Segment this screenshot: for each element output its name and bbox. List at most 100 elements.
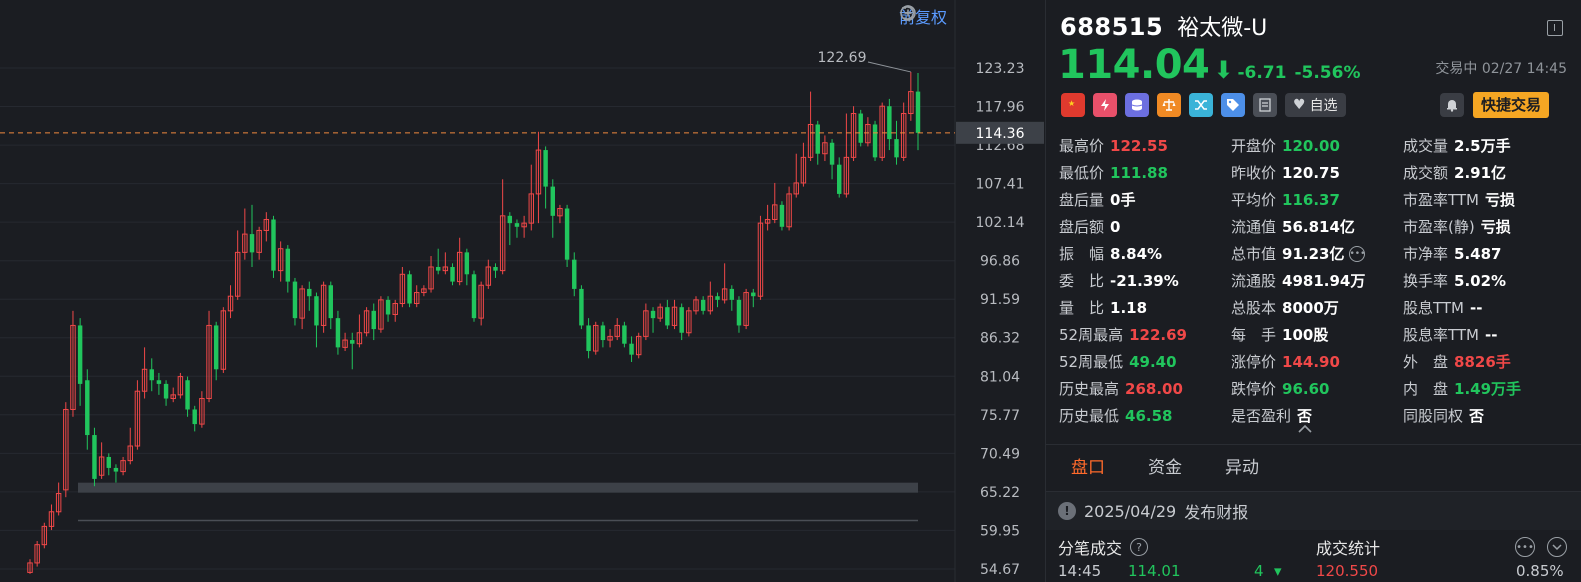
trade-stats-title[interactable]: 成交统计 bbox=[1316, 535, 1380, 559]
stat-value: 122.55 bbox=[1110, 136, 1168, 155]
stat-label: 平均价 bbox=[1231, 191, 1277, 209]
tab-2[interactable]: 异动 bbox=[1225, 445, 1259, 491]
note-icon[interactable] bbox=[1253, 93, 1277, 117]
badge-row: ★ ♥ 自选 bbox=[1061, 93, 1346, 117]
candle-body bbox=[493, 266, 498, 271]
y-tick-label: 102.14 bbox=[976, 215, 1025, 231]
stat-cell: 成交额 2.91亿 bbox=[1403, 162, 1569, 183]
stat-row: 盘后额 0 流通值 56.814亿 市盈率(静) 亏损 bbox=[1059, 213, 1569, 240]
stat-label: 历史最高 bbox=[1059, 380, 1120, 398]
stat-label: 股息率TTM bbox=[1403, 326, 1480, 344]
tab-1[interactable]: 资金 bbox=[1148, 445, 1182, 491]
stat-label: 委 比 bbox=[1059, 272, 1105, 290]
stat-label: 盘后额 bbox=[1059, 218, 1105, 236]
stat-cell: 成交量 2.5万手 bbox=[1403, 135, 1569, 156]
stat-label: 总股本 bbox=[1231, 299, 1277, 317]
stat-value: 1.18 bbox=[1110, 298, 1148, 317]
stat-cell: 昨收价 120.75 bbox=[1231, 162, 1403, 183]
lightning-icon[interactable] bbox=[1093, 93, 1117, 117]
stat-cell: 同股同权否 bbox=[1403, 405, 1569, 426]
stat-value: 268.00 bbox=[1125, 379, 1183, 398]
stat-label: 每 手 bbox=[1231, 326, 1277, 344]
stat-value: 否 bbox=[1469, 407, 1485, 425]
candle-body bbox=[385, 299, 391, 315]
trade-direction-icon: ▾ bbox=[1274, 564, 1282, 580]
stat-value: 0 bbox=[1110, 217, 1121, 236]
balance-scale-icon[interactable] bbox=[1157, 93, 1181, 117]
china-flag-icon[interactable]: ★ bbox=[1061, 93, 1085, 117]
candle-body bbox=[328, 285, 333, 319]
undo-icon[interactable] bbox=[901, 6, 983, 26]
stat-row: 最高价 122.55 开盘价 120.00 成交量 2.5万手 bbox=[1059, 132, 1569, 159]
tick-trades-title[interactable]: 分笔成交 ? bbox=[1058, 535, 1149, 559]
stat-cell: 股息TTM -- bbox=[1403, 297, 1569, 318]
stat-cell: 历史最低 46.58 bbox=[1059, 405, 1231, 426]
stat-value: 5.487 bbox=[1454, 244, 1502, 263]
stat-cell: 平均价 116.37 bbox=[1231, 189, 1403, 210]
stat-label: 市盈率TTM bbox=[1403, 191, 1480, 209]
candle-body bbox=[471, 274, 477, 319]
stat-value: 8826手 bbox=[1454, 353, 1511, 371]
kline-chart-area[interactable]: 123.23 117.96 112.68 107.41 102.14 96.86 91.59… bbox=[0, 0, 1045, 582]
quote-stats-grid: 最高价 122.55 开盘价 120.00 成交量 2.5万手 最低价 111.88 昨收价 12… bbox=[1059, 132, 1569, 429]
collapse-section-icon[interactable] bbox=[1547, 537, 1567, 557]
stat-label: 振 幅 bbox=[1059, 245, 1105, 263]
stat-value: 1.49万手 bbox=[1454, 380, 1522, 398]
tab-0[interactable]: 盘口 bbox=[1071, 445, 1105, 491]
stat-cell: 历史最高 268.00 bbox=[1059, 378, 1231, 399]
trade-header: 分笔成交 ? 成交统计 ••• bbox=[1046, 530, 1581, 564]
down-arrow-icon: ⬇ bbox=[1213, 56, 1234, 84]
tag-icon[interactable] bbox=[1221, 93, 1245, 117]
earnings-notice[interactable]: ! 2025/04/29 发布财报 bbox=[1046, 492, 1581, 530]
candle-body bbox=[285, 248, 291, 282]
more-options-icon[interactable]: ••• bbox=[1515, 537, 1535, 557]
stat-value: 120.00 bbox=[1282, 136, 1340, 155]
zoom-in-icon[interactable] bbox=[900, 5, 1035, 26]
zoom-out-icon[interactable] bbox=[900, 5, 1009, 26]
bell-icon[interactable] bbox=[1440, 93, 1464, 117]
stat-label: 同股同权 bbox=[1403, 407, 1464, 425]
stock-name: 裕太微-U bbox=[1177, 16, 1268, 41]
shuffle-icon[interactable] bbox=[1189, 93, 1213, 117]
more-info-icon[interactable]: ••• bbox=[1349, 245, 1366, 262]
help-icon[interactable]: ? bbox=[1130, 538, 1149, 556]
stat-label: 股息TTM bbox=[1403, 299, 1465, 317]
stat-label: 历史最低 bbox=[1059, 407, 1120, 425]
stat-value: 0手 bbox=[1110, 191, 1136, 209]
stat-cell: 市净率 5.487 bbox=[1403, 243, 1569, 264]
y-tick-label: 107.41 bbox=[976, 177, 1025, 193]
stat-value: 111.88 bbox=[1110, 163, 1168, 182]
stat-label: 成交量 bbox=[1403, 137, 1449, 155]
panel-collapse-icon[interactable] bbox=[1547, 20, 1563, 36]
stat-cell: 振 幅 8.84% bbox=[1059, 243, 1231, 264]
candle-body bbox=[858, 113, 863, 143]
candle-body bbox=[350, 340, 355, 344]
candle-body bbox=[85, 380, 90, 436]
y-tick-label: 91.59 bbox=[980, 292, 1020, 308]
y-tick-label: 65.22 bbox=[980, 485, 1020, 501]
stat-value: 亏损 bbox=[1480, 218, 1511, 236]
stat-label: 开盘价 bbox=[1231, 137, 1277, 155]
stat-cell: 总市值 91.23亿 ••• bbox=[1231, 243, 1403, 264]
quick-trade-button[interactable]: 快捷交易 bbox=[1473, 92, 1550, 118]
notice-date: 2025/04/29 bbox=[1084, 501, 1177, 521]
database-icon[interactable] bbox=[1125, 93, 1149, 117]
tick-trades-label: 分笔成交 bbox=[1058, 539, 1123, 558]
stat-cell: 流通股 4981.94万 bbox=[1231, 270, 1403, 291]
trade-time: 14:45 bbox=[1058, 564, 1102, 580]
candle-body bbox=[543, 150, 548, 187]
trade-price: 114.01 bbox=[1128, 564, 1181, 580]
candle-body bbox=[579, 288, 584, 326]
stat-cell: 股息率TTM -- bbox=[1403, 324, 1569, 345]
candle-body bbox=[507, 215, 513, 224]
chevron-up-icon[interactable] bbox=[1298, 422, 1312, 438]
add-watchlist-button[interactable]: ♥ 自选 bbox=[1285, 93, 1346, 117]
chart-toolbar: 前复权 bbox=[899, 4, 1035, 28]
candle-body bbox=[700, 299, 706, 311]
candle-body bbox=[149, 369, 154, 381]
kline-chart[interactable]: 123.23117.96112.68107.41102.1496.8691.59… bbox=[0, 0, 1045, 582]
candle-body bbox=[629, 343, 634, 355]
y-tick-label: 86.32 bbox=[980, 331, 1020, 347]
candle-body bbox=[271, 219, 276, 271]
stat-cell: 开盘价 120.00 bbox=[1231, 135, 1403, 156]
